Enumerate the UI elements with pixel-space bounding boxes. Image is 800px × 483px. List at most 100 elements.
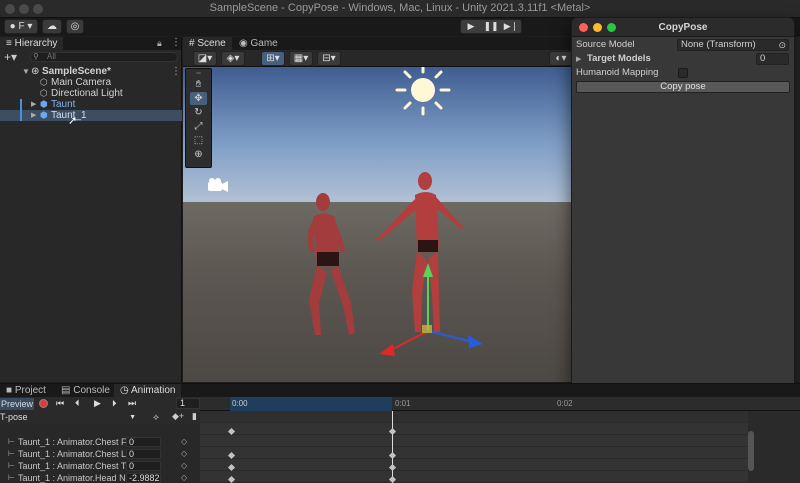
step-button[interactable]: ▶❘ [501,20,521,33]
maximize-window-icon[interactable] [607,23,616,32]
draw-mode-icon: ◪▾ [197,53,213,64]
tab-project[interactable]: ■ Project [0,384,52,397]
next-keyframe-icon[interactable]: ⏵ [112,398,117,409]
tab-game[interactable]: ◉ Game [233,37,284,50]
collab-button[interactable]: ◎ [66,19,84,34]
property-row[interactable]: ⊢ Taunt_1 : Animator.Chest Fr 0 ◇ [0,436,200,448]
dopesheet-scroll-area [748,411,800,483]
dopesheet-scrollbar[interactable] [748,431,754,471]
move-tool-icon[interactable]: ✥ [190,92,207,105]
event-marker-icon[interactable]: ▮ [192,411,197,422]
tab-scene[interactable]: # Scene [183,37,232,50]
shading-dropdown[interactable]: ◐▾ [549,51,573,66]
property-value-field[interactable]: -2.9882 [126,473,161,483]
transform-tool-icon[interactable]: ⊕ [190,148,207,161]
pivot-icon: ⊞▾ [266,53,280,64]
hierarchy-search-input[interactable]: All [30,52,178,62]
cube-icon: ◈▾ [226,53,240,64]
pivot-dropdown[interactable]: ⊞▾ [261,51,285,66]
property-value-field[interactable]: 0 [126,461,161,471]
scene-view[interactable]: # Scene ◉ Game ◪▾ ◈▾ ⊞▾ ▦▾ ⊟▾ ◐▾ ═ ✋︎ ✥ … [183,37,573,382]
draw-mode-dropdown[interactable]: ◪▾ [193,51,217,66]
taunt-character[interactable] [307,193,355,335]
scene-toolbar: ◪▾ ◈▾ ⊞▾ ▦▾ ⊟▾ ◐▾ [183,50,573,67]
cloud-button[interactable]: ☁ [42,19,62,34]
playmode-controls: ▶ ❚❚ ▶❘ [460,19,522,34]
hand-tool-icon[interactable]: ✋︎ [190,78,207,91]
frame-input[interactable]: 1 [176,398,200,409]
object-picker-icon[interactable]: ⊙ [778,40,786,50]
expand-arrow-icon[interactable]: ▶ [31,110,36,121]
tab-console[interactable]: ▤ Console [55,384,116,397]
item-label: Main Camera [51,77,112,88]
playhead[interactable] [392,411,393,483]
tab-animation[interactable]: ◷ Animation [114,384,182,397]
hierarchy-item-taunt[interactable]: ▶ ⬢ Taunt [0,99,182,110]
pause-button[interactable]: ❚❚ [481,20,501,33]
timeline-ruler[interactable]: 0:00 0:01 0:02 [200,397,800,411]
hierarchy-scene-row[interactable]: ▼ ⊛ SampleScene* ⋮ [0,66,182,77]
copy-pose-button[interactable]: Copy pose [576,81,790,93]
rotate-tool-icon[interactable]: ↻ [190,106,207,119]
dopesheet-row [200,423,748,435]
hierarchy-item-directional-light[interactable]: ⬡ Directional Light [0,88,182,99]
preview-toggle[interactable]: Preview [0,398,34,410]
folder-icon: ■ [6,385,13,396]
directional-light-icon[interactable] [395,67,451,116]
prefab-icon: ⬢ [40,110,48,120]
dopesheet[interactable] [200,411,748,483]
first-keyframe-icon[interactable]: ⏮ [56,398,64,409]
add-keyframe-icon[interactable]: ⟡ [153,412,159,423]
humanoid-mapping-checkbox[interactable] [678,68,688,78]
animation-clock-icon: ◷ [120,385,129,396]
hierarchy-item-main-camera[interactable]: ⬡ Main Camera [0,77,182,88]
property-row[interactable]: ⊢ Taunt_1 : Animator.Chest Tw 0 ◇ [0,460,200,472]
move-gizmo[interactable] [379,263,483,356]
minimize-window-icon[interactable] [593,23,602,32]
scale-tool-icon[interactable]: ⤢ [190,120,207,133]
foldout-arrow-icon[interactable]: ▶ [576,56,581,63]
drag-handle-icon[interactable]: ═ [190,71,207,77]
play-button[interactable]: ▶ [461,20,481,33]
keyframe-toggle-icon[interactable]: ◇ [181,472,187,483]
keyframe-toggle-icon[interactable]: ◇ [181,460,187,472]
property-value-field[interactable]: 0 [126,437,161,447]
keyframe-toggle-icon[interactable]: ◇ [181,448,187,460]
render-mode-dropdown[interactable]: ◈▾ [221,51,245,66]
source-model-field[interactable]: None (Transform) ⊙ [677,39,789,51]
add-event-icon[interactable]: ◆+ [172,411,184,422]
prev-keyframe-icon[interactable]: ⏴ [75,398,80,409]
tab-hierarchy[interactable]: ≡ Hierarchy [0,37,64,50]
account-button[interactable]: ● F ▾ [4,19,38,34]
target-models-count-field[interactable]: 0 [756,53,789,65]
close-window-icon[interactable] [579,23,588,32]
add-icon[interactable]: +▾ [4,50,17,64]
taunt-1-character[interactable] [375,172,465,332]
last-keyframe-icon[interactable]: ⏭ [128,398,136,409]
property-value-field[interactable]: 0 [126,449,161,459]
keyframe-toggle-icon[interactable]: ◇ [181,436,187,448]
property-label: Taunt_1 : Animator.Head No [18,473,131,483]
play-animation-icon[interactable]: ▶ [94,398,101,409]
hierarchy-tabstrip: ≡ Hierarchy 🔒︎ ⋮ [0,37,181,50]
grid-snap-dropdown[interactable]: ▦▾ [289,51,313,66]
scene-menu-icon[interactable]: ⋮ [171,66,181,77]
property-row[interactable]: ⊢ Taunt_1 : Animator.Chest Le 0 ◇ [0,448,200,460]
collab-icon: ◎ [70,21,80,32]
lock-icon[interactable]: 🔒︎ [157,38,162,49]
property-row[interactable]: ⊢ Taunt_1 : Animator.Head No -2.9882 ◇ [0,472,200,483]
clip-dropdown[interactable]: T-pose ▼ [0,412,138,423]
expand-arrow-icon[interactable]: ▶ [31,99,36,110]
copypose-title: CopyPose [658,22,708,33]
frame-value: 1 [180,398,186,408]
record-icon[interactable] [39,399,48,408]
hierarchy-item-taunt-1[interactable]: ▶ ⬢ Taunt_1 [0,110,182,121]
rect-tool-icon[interactable]: ⬚ [190,134,207,147]
more-menu-icon[interactable]: ⋮ [171,37,181,48]
camera-gizmo-icon[interactable] [208,178,228,192]
target-models-count: 0 [760,53,766,64]
transform-property-icon: ⊢ [8,461,15,470]
scene-objects [208,67,483,356]
snap-settings-dropdown[interactable]: ⊟▾ [317,51,341,66]
expand-arrow-icon[interactable]: ▼ [22,66,30,77]
